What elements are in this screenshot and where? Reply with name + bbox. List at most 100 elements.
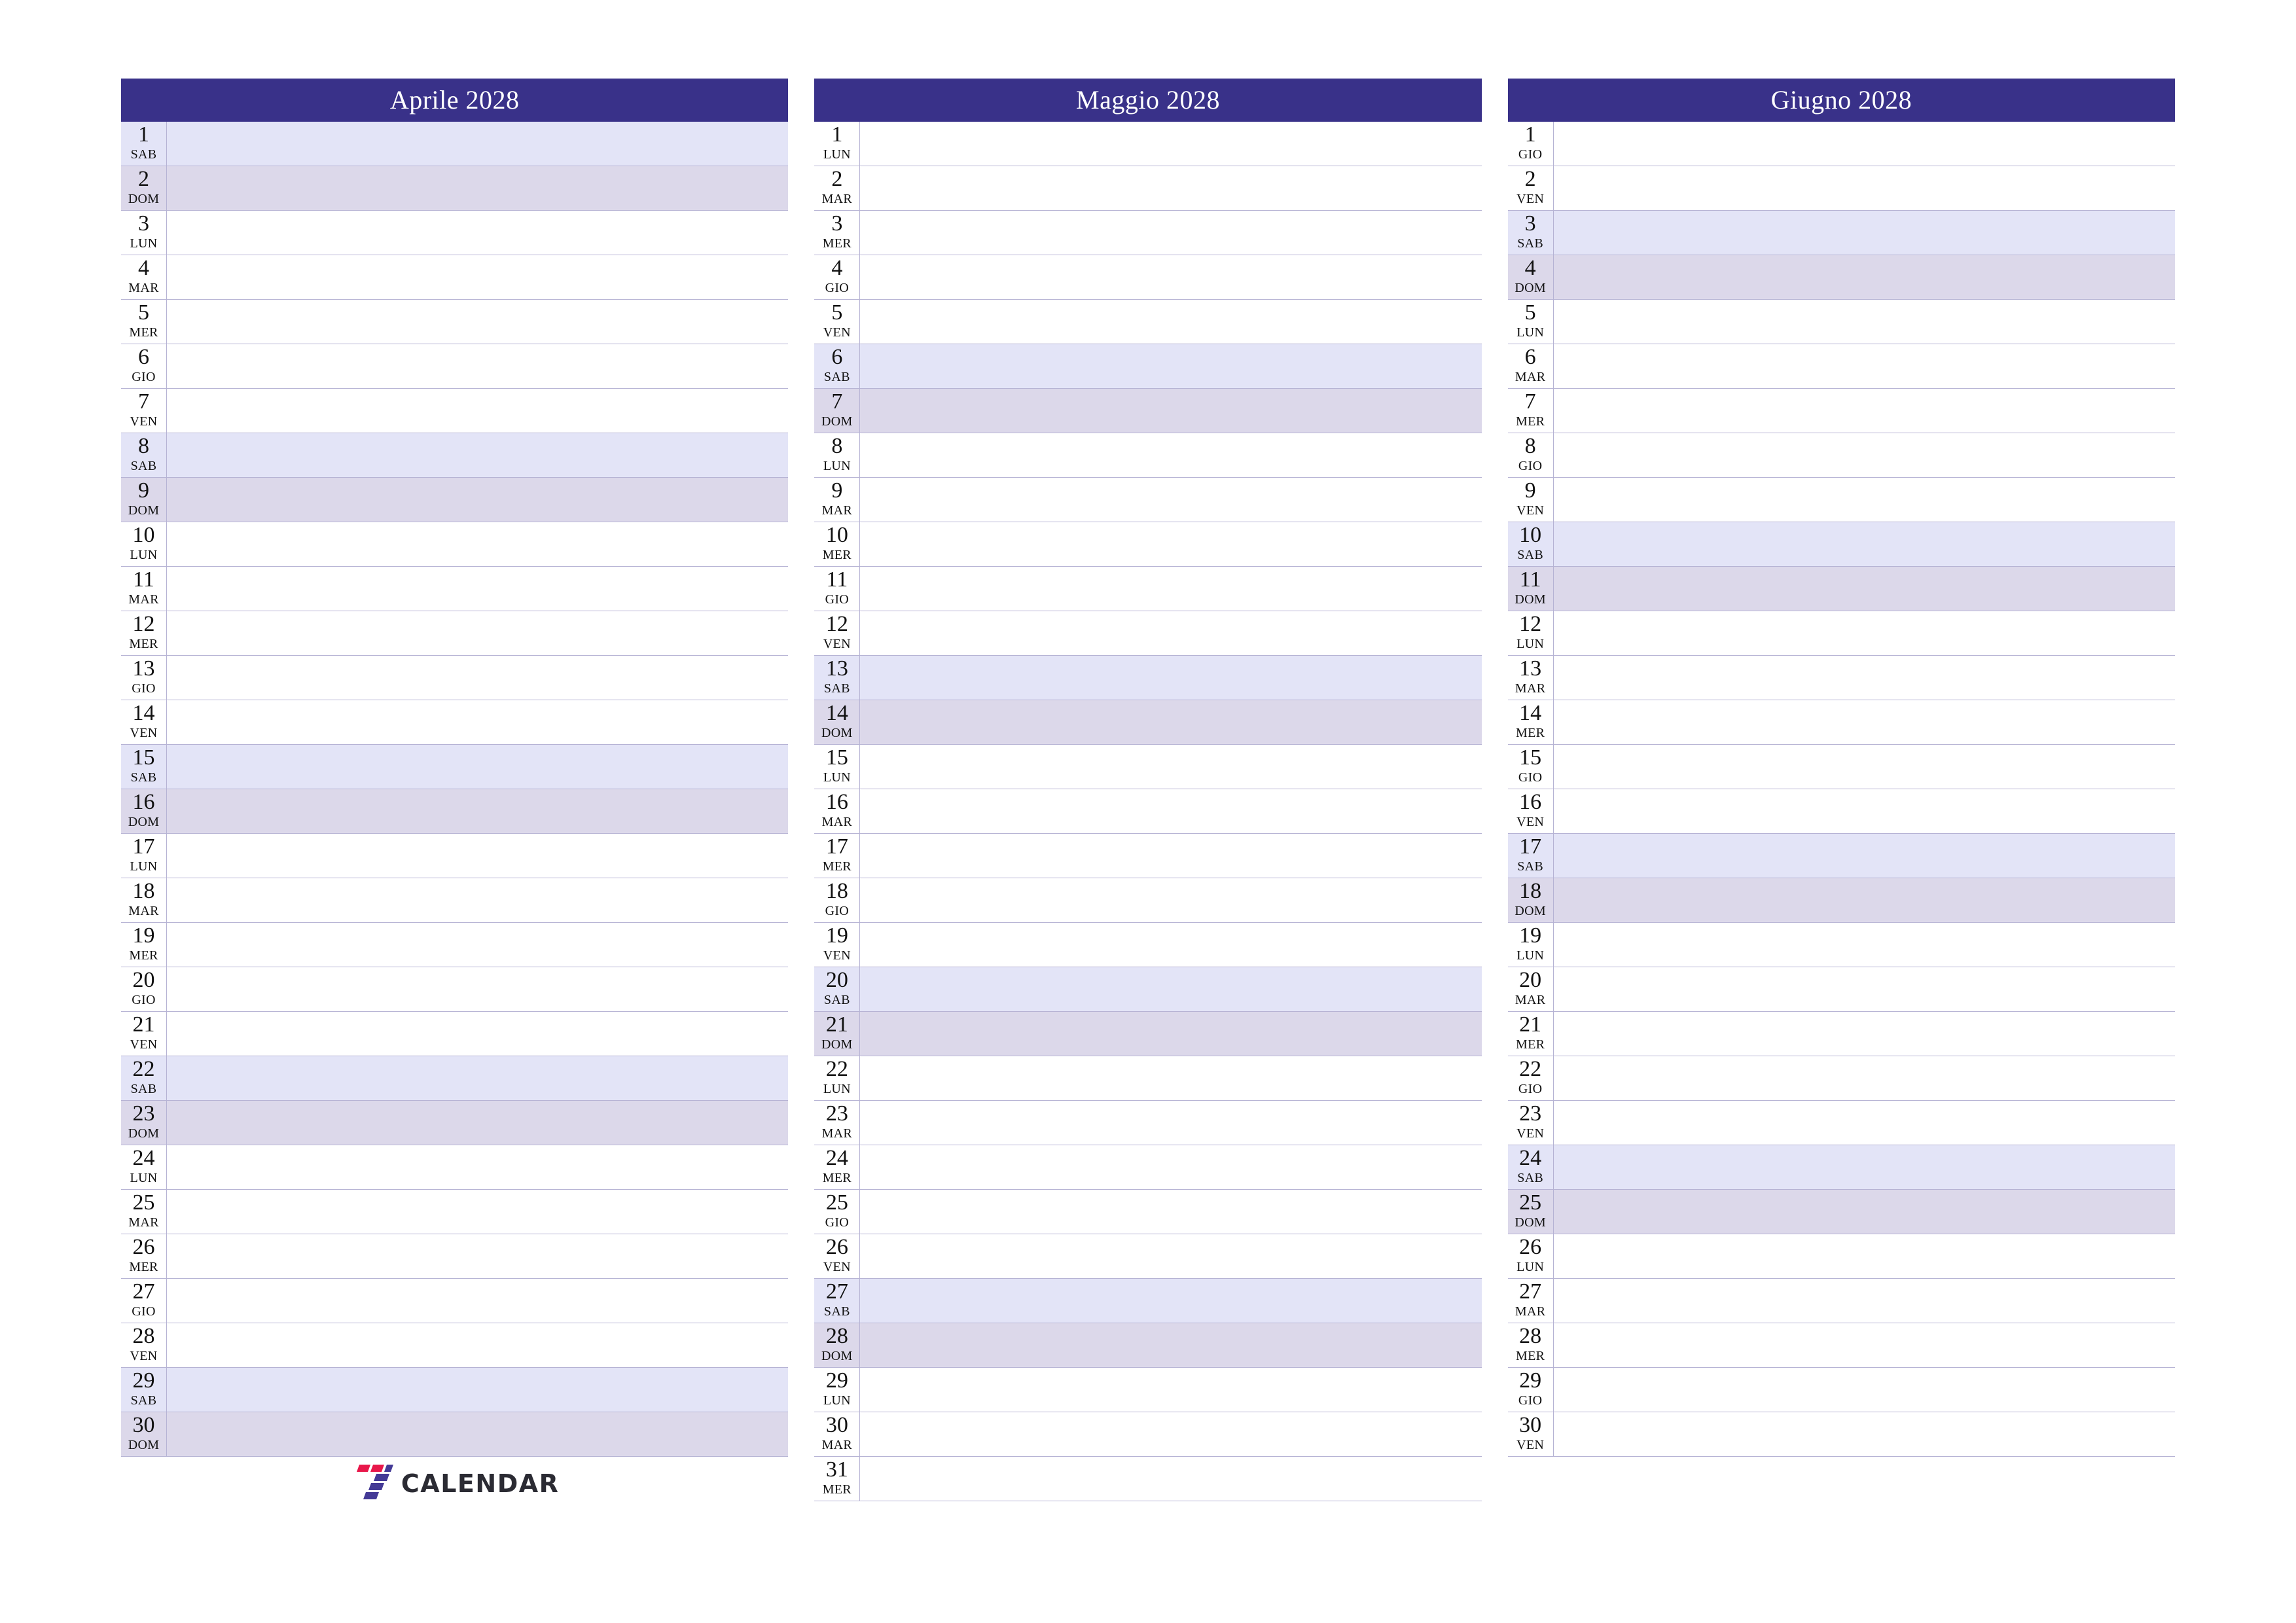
day-row[interactable]: 15 GIO	[1507, 745, 2175, 789]
day-note-area[interactable]	[167, 878, 788, 923]
day-row[interactable]: 27 GIO	[121, 1279, 789, 1323]
day-row[interactable]: 27 SAB	[814, 1279, 1482, 1323]
day-row[interactable]: 23 DOM	[121, 1101, 789, 1145]
day-note-area[interactable]	[1554, 745, 2175, 789]
day-note-area[interactable]	[167, 166, 788, 211]
day-note-area[interactable]	[860, 1234, 1481, 1279]
day-note-area[interactable]	[860, 1457, 1481, 1501]
day-note-area[interactable]	[167, 300, 788, 344]
day-note-area[interactable]	[167, 789, 788, 834]
day-note-area[interactable]	[167, 834, 788, 878]
day-note-area[interactable]	[860, 300, 1481, 344]
day-note-area[interactable]	[1554, 878, 2175, 923]
day-row[interactable]: 8 SAB	[121, 433, 789, 478]
day-note-area[interactable]	[167, 255, 788, 300]
day-note-area[interactable]	[167, 1190, 788, 1234]
day-note-area[interactable]	[860, 745, 1481, 789]
day-row[interactable]: 4 GIO	[814, 255, 1482, 300]
day-row[interactable]: 28 DOM	[814, 1323, 1482, 1368]
day-row[interactable]: 23 VEN	[1507, 1101, 2175, 1145]
day-row[interactable]: 14 VEN	[121, 700, 789, 745]
day-row[interactable]: 16 MAR	[814, 789, 1482, 834]
day-note-area[interactable]	[860, 344, 1481, 389]
day-note-area[interactable]	[1554, 1056, 2175, 1101]
day-note-area[interactable]	[1554, 1279, 2175, 1323]
day-note-area[interactable]	[860, 1412, 1481, 1457]
day-row[interactable]: 9 DOM	[121, 478, 789, 522]
day-row[interactable]: 9 MAR	[814, 478, 1482, 522]
day-row[interactable]: 16 VEN	[1507, 789, 2175, 834]
day-row[interactable]: 30 VEN	[1507, 1412, 2175, 1457]
day-row[interactable]: 21 VEN	[121, 1012, 789, 1056]
day-note-area[interactable]	[1554, 300, 2175, 344]
day-row[interactable]: 30 DOM	[121, 1412, 789, 1457]
day-note-area[interactable]	[167, 700, 788, 745]
day-row[interactable]: 20 MAR	[1507, 967, 2175, 1012]
day-note-area[interactable]	[1554, 700, 2175, 745]
day-note-area[interactable]	[167, 211, 788, 255]
day-note-area[interactable]	[167, 611, 788, 656]
day-note-area[interactable]	[167, 1323, 788, 1368]
day-row[interactable]: 11 GIO	[814, 567, 1482, 611]
day-note-area[interactable]	[860, 1145, 1481, 1190]
day-note-area[interactable]	[1554, 211, 2175, 255]
day-row[interactable]: 16 DOM	[121, 789, 789, 834]
day-row[interactable]: 17 LUN	[121, 834, 789, 878]
day-note-area[interactable]	[167, 567, 788, 611]
day-row[interactable]: 28 MER	[1507, 1323, 2175, 1368]
day-row[interactable]: 26 MER	[121, 1234, 789, 1279]
day-note-area[interactable]	[860, 1190, 1481, 1234]
day-row[interactable]: 13 SAB	[814, 656, 1482, 700]
day-row[interactable]: 14 MER	[1507, 700, 2175, 745]
day-row[interactable]: 24 SAB	[1507, 1145, 2175, 1190]
day-note-area[interactable]	[167, 1145, 788, 1190]
day-note-area[interactable]	[860, 1101, 1481, 1145]
day-row[interactable]: 20 GIO	[121, 967, 789, 1012]
day-row[interactable]: 25 MAR	[121, 1190, 789, 1234]
day-note-area[interactable]	[167, 745, 788, 789]
day-note-area[interactable]	[860, 1012, 1481, 1056]
day-note-area[interactable]	[1554, 1145, 2175, 1190]
day-note-area[interactable]	[860, 834, 1481, 878]
day-note-area[interactable]	[167, 1368, 788, 1412]
day-row[interactable]: 5 MER	[121, 300, 789, 344]
day-note-area[interactable]	[860, 789, 1481, 834]
day-row[interactable]: 2 VEN	[1507, 166, 2175, 211]
day-note-area[interactable]	[860, 1323, 1481, 1368]
day-note-area[interactable]	[1554, 255, 2175, 300]
day-note-area[interactable]	[1554, 611, 2175, 656]
day-note-area[interactable]	[860, 211, 1481, 255]
day-note-area[interactable]	[1554, 478, 2175, 522]
day-note-area[interactable]	[860, 567, 1481, 611]
day-row[interactable]: 1 SAB	[121, 122, 789, 166]
day-note-area[interactable]	[1554, 1234, 2175, 1279]
day-note-area[interactable]	[1554, 389, 2175, 433]
day-row[interactable]: 23 MAR	[814, 1101, 1482, 1145]
day-note-area[interactable]	[167, 344, 788, 389]
day-note-area[interactable]	[860, 1279, 1481, 1323]
day-note-area[interactable]	[1554, 1412, 2175, 1457]
day-row[interactable]: 19 LUN	[1507, 923, 2175, 967]
day-note-area[interactable]	[1554, 522, 2175, 567]
day-note-area[interactable]	[860, 611, 1481, 656]
day-note-area[interactable]	[1554, 1368, 2175, 1412]
day-row[interactable]: 1 GIO	[1507, 122, 2175, 166]
day-row[interactable]: 17 SAB	[1507, 834, 2175, 878]
day-note-area[interactable]	[167, 1101, 788, 1145]
day-row[interactable]: 15 LUN	[814, 745, 1482, 789]
day-note-area[interactable]	[167, 967, 788, 1012]
day-note-area[interactable]	[1554, 789, 2175, 834]
day-row[interactable]: 18 GIO	[814, 878, 1482, 923]
day-row[interactable]: 11 MAR	[121, 567, 789, 611]
day-note-area[interactable]	[860, 1056, 1481, 1101]
day-row[interactable]: 10 LUN	[121, 522, 789, 567]
day-row[interactable]: 4 MAR	[121, 255, 789, 300]
day-note-area[interactable]	[167, 389, 788, 433]
day-note-area[interactable]	[860, 923, 1481, 967]
day-row[interactable]: 8 GIO	[1507, 433, 2175, 478]
day-row[interactable]: 4 DOM	[1507, 255, 2175, 300]
day-note-area[interactable]	[167, 656, 788, 700]
day-row[interactable]: 12 MER	[121, 611, 789, 656]
day-note-area[interactable]	[1554, 834, 2175, 878]
day-note-area[interactable]	[167, 1056, 788, 1101]
